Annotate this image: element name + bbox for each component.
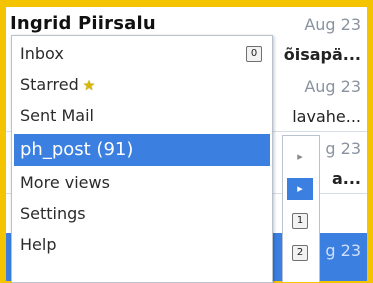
menu-item-label: Help	[20, 235, 57, 254]
mail-sender: Ingrid Piirsalu	[10, 13, 156, 34]
menu-item-settings[interactable]: Settings	[14, 200, 270, 228]
menu-item-label: Sent Mail	[20, 106, 94, 125]
mail-subject: lavahe...	[292, 107, 361, 126]
menu-item-help[interactable]: Help	[14, 231, 270, 259]
mail-date: g 23	[325, 241, 361, 260]
mail-subject: a...	[331, 169, 361, 188]
shortcut-key-1: 1	[287, 210, 313, 232]
menu-item-label: ph_post (91)	[20, 139, 134, 160]
mail-subject: õisapä...	[283, 45, 361, 64]
menu-item-sent-mail[interactable]: Sent Mail	[14, 102, 270, 130]
star-icon: ★	[82, 78, 96, 94]
shortcut-key-2: 2	[287, 242, 313, 264]
mail-date: Aug 23	[304, 77, 361, 96]
submenu-indicator-column: ▸ ▸ 1 2	[282, 135, 320, 282]
menu-item-more-views[interactable]: More views	[14, 169, 270, 197]
menu-item-label: Starred	[20, 75, 79, 94]
menu-item-ph-post[interactable]: ph_post (91)	[14, 134, 270, 166]
menu-item-starred[interactable]: Starred ★	[14, 71, 270, 99]
chevron-right-icon[interactable]: ▸	[287, 178, 313, 200]
mail-date: Aug 23	[304, 15, 361, 34]
options-menu: Inbox 0 Starred ★ Sent Mail ph_post (91) …	[11, 35, 273, 283]
shortcut-key-label: 1	[292, 213, 308, 229]
chevron-right-icon[interactable]: ▸	[287, 146, 313, 168]
menu-item-label: More views	[20, 173, 110, 192]
mail-date: g 23	[325, 139, 361, 158]
menu-item-label: Inbox	[20, 44, 64, 63]
shortcut-key-label: 2	[292, 245, 308, 261]
inbox-count-badge: 0	[246, 46, 262, 62]
menu-item-inbox[interactable]: Inbox 0	[14, 40, 270, 68]
menu-item-label: Settings	[20, 204, 86, 223]
